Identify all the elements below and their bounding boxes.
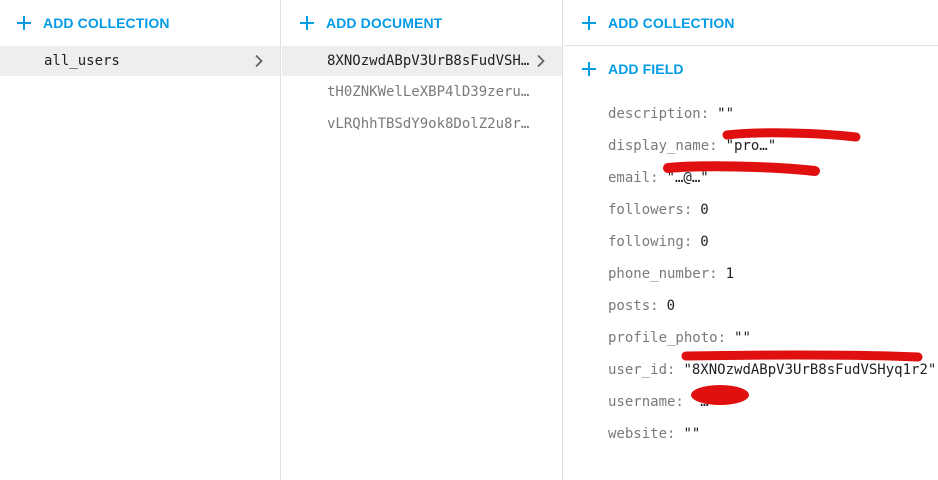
field-key: followers: <box>608 202 693 218</box>
add-field-button[interactable]: ADD FIELD <box>564 46 938 92</box>
field-row-posts[interactable]: posts: 0 <box>608 290 938 322</box>
field-key: username: <box>608 394 684 410</box>
document-item[interactable]: tH0ZNKWelLeXBP4lD39zeru… <box>282 76 562 108</box>
add-field-label: ADD FIELD <box>608 61 684 77</box>
field-row-following[interactable]: following: 0 <box>608 226 938 258</box>
add-subcollection-label: ADD COLLECTION <box>608 14 735 31</box>
add-subcollection-button[interactable]: ADD COLLECTION <box>564 0 938 46</box>
field-key: phone_number: <box>608 266 718 282</box>
field-value: 1 <box>725 266 735 282</box>
document-id-label: tH0ZNKWelLeXBP4lD39zeru… <box>327 84 530 100</box>
field-value: "" <box>717 106 735 122</box>
plus-icon <box>582 62 596 76</box>
plus-icon <box>17 16 31 30</box>
field-value: "" <box>734 330 751 346</box>
add-document-button[interactable]: ADD DOCUMENT <box>282 0 562 46</box>
field-key: posts: <box>608 298 659 314</box>
field-key: profile_photo: <box>608 330 727 346</box>
field-row-profile-photo[interactable]: profile_photo: "" <box>608 322 938 354</box>
field-row-display-name[interactable]: display_name: "pro…" <box>608 130 938 162</box>
field-value: "…@…" <box>666 170 709 186</box>
add-collection-label: ADD COLLECTION <box>43 15 170 31</box>
fields-panel: ADD COLLECTION ADD FIELD description: ""… <box>564 0 938 480</box>
field-key: following: <box>608 234 693 250</box>
field-row-username[interactable]: username: "…" <box>608 386 938 418</box>
add-collection-button[interactable]: ADD COLLECTION <box>0 0 280 46</box>
field-list: description: "" display_name: "pro…" ema… <box>564 92 938 450</box>
document-item[interactable]: vLRQhhTBSdY9ok8DolZ2u8r… <box>282 108 562 140</box>
chevron-right-icon <box>255 54 263 68</box>
collection-item-label: all_users <box>44 53 120 69</box>
field-row-email[interactable]: email: "…@…" <box>608 162 938 194</box>
collections-panel: ADD COLLECTION all_users <box>0 0 281 480</box>
collection-item-all-users[interactable]: all_users <box>0 46 280 76</box>
field-value: 0 <box>700 234 709 250</box>
field-key: user_id: <box>608 362 676 378</box>
field-value: "pro…" <box>725 138 777 154</box>
document-item[interactable]: 8XNOzwdABpV3UrB8sFudVSH… <box>282 46 562 76</box>
field-value: "…" <box>691 394 718 410</box>
field-row-website[interactable]: website: "" <box>608 418 938 450</box>
field-key: email: <box>608 170 659 186</box>
field-value: "" <box>683 426 701 442</box>
field-key: description: <box>608 106 710 122</box>
plus-icon <box>300 16 314 30</box>
chevron-right-icon <box>537 54 545 68</box>
field-row-description[interactable]: description: "" <box>608 98 938 130</box>
documents-panel: ADD DOCUMENT 8XNOzwdABpV3UrB8sFudVSH… tH… <box>282 0 563 480</box>
field-row-followers[interactable]: followers: 0 <box>608 194 938 226</box>
field-value: 0 <box>700 202 709 218</box>
field-key: display_name: <box>608 138 718 154</box>
field-row-user-id[interactable]: user_id: "8XNOzwdABpV3UrB8sFudVSHyq1r2" <box>608 354 938 386</box>
field-value: 0 <box>666 298 676 314</box>
add-document-label: ADD DOCUMENT <box>326 15 443 31</box>
document-id-label: vLRQhhTBSdY9ok8DolZ2u8r… <box>327 116 530 132</box>
plus-icon <box>582 15 596 30</box>
field-key: website: <box>608 426 676 442</box>
field-value: "8XNOzwdABpV3UrB8sFudVSHyq1r2" <box>683 362 937 378</box>
document-id-label: 8XNOzwdABpV3UrB8sFudVSH… <box>327 53 530 69</box>
field-row-phone-number[interactable]: phone_number: 1 <box>608 258 938 290</box>
